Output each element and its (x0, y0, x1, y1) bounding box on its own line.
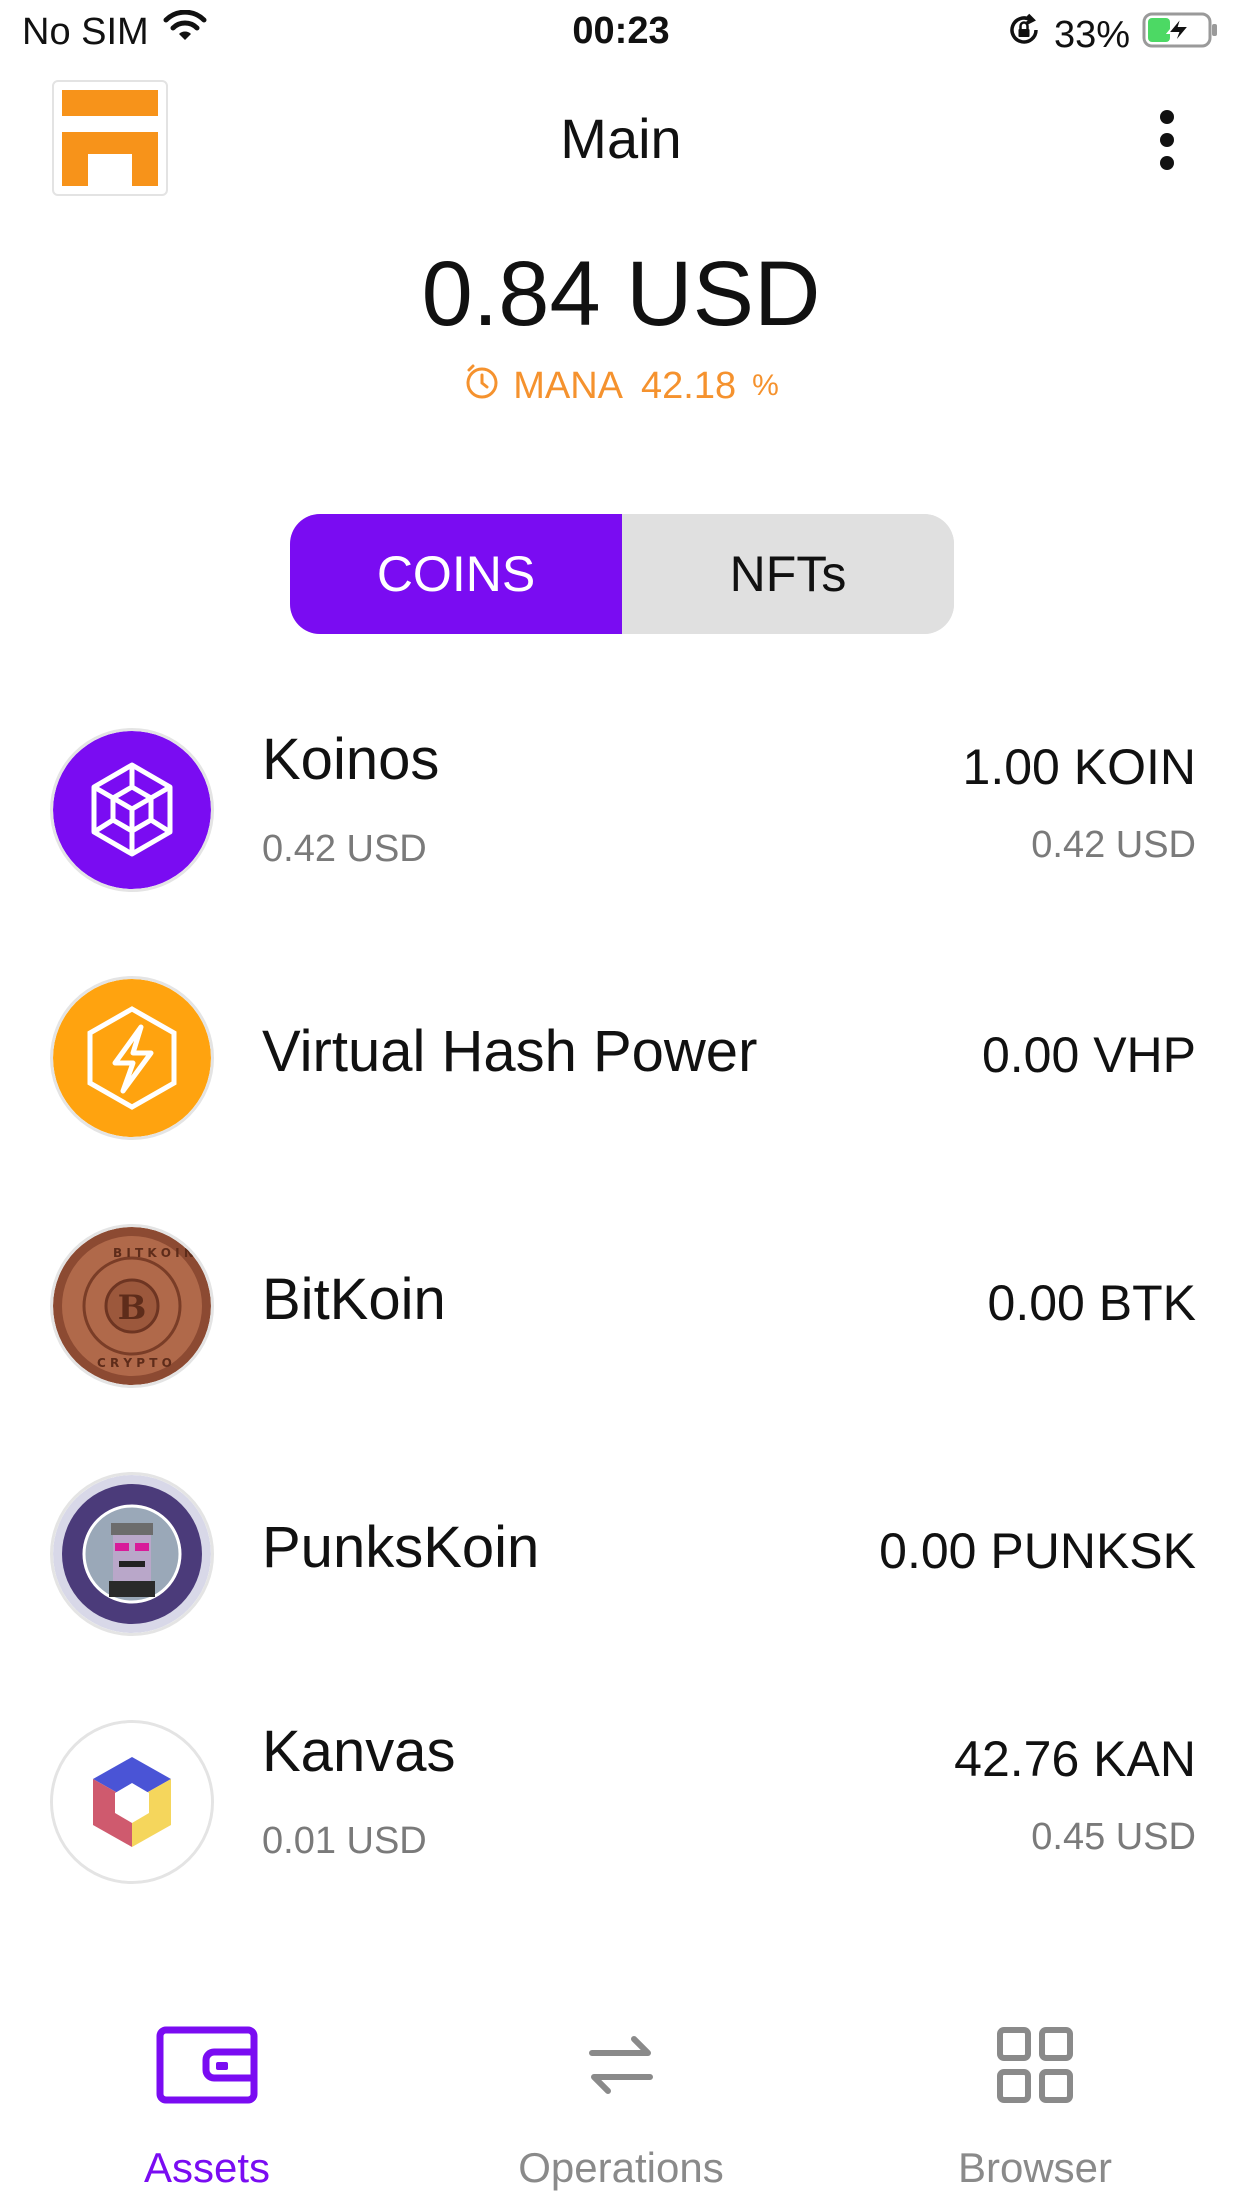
tab-coins[interactable]: COINS (290, 514, 622, 634)
orientation-lock-icon (1006, 12, 1042, 58)
coin-row-punkskoin[interactable]: PunksKoin 0.00 PUNKSK (0, 1452, 1242, 1652)
punkskoin-coin-icon (50, 1472, 214, 1636)
coin-amount-usd: 0.42 USD (1031, 824, 1196, 866)
coin-amount: 0.00 VHP (981, 1027, 1196, 1083)
more-vertical-icon[interactable] (1132, 100, 1202, 180)
tab-nfts[interactable]: NFTs (622, 514, 954, 634)
app-header: Main (0, 80, 1242, 200)
coin-amount: 0.00 PUNKSK (879, 1523, 1196, 1579)
total-balance: 0.84 USD (421, 243, 821, 345)
bitkoin-coin-icon: B B I T K O I N C R Y P T O (50, 1224, 214, 1388)
grid-icon (980, 2020, 1090, 2110)
vhp-coin-icon (50, 976, 214, 1140)
nav-assets[interactable]: Assets (0, 1978, 414, 2208)
nav-operations-label: Operations (518, 2144, 724, 2191)
svg-text:B I T K O I N: B I T K O I N (113, 1246, 194, 1260)
coin-row-vhp[interactable]: Virtual Hash Power 0.00 VHP (0, 956, 1242, 1156)
status-right: 33% (1006, 10, 1220, 60)
mana-indicator[interactable]: MANA 42.18 % (0, 362, 1242, 410)
coin-name: Virtual Hash Power (262, 1019, 758, 1084)
kanvas-coin-icon (50, 1720, 214, 1884)
swap-arrows-icon (566, 2020, 676, 2110)
mana-label: MANA (513, 364, 623, 407)
coin-amount-usd: 0.45 USD (1031, 1816, 1196, 1858)
svg-text:C R Y P T O: C R Y P T O (97, 1356, 172, 1370)
timer-icon (463, 362, 501, 410)
battery-charging-icon (1142, 10, 1220, 60)
coin-row-kanvas[interactable]: Kanvas 0.01 USD 42.76 KAN 0.45 USD (0, 1700, 1242, 1900)
wallet-icon (152, 2020, 262, 2110)
coin-row-koinos[interactable]: Koinos 0.42 USD 1.00 KOIN 0.42 USD (0, 708, 1242, 908)
coin-amount: 1.00 KOIN (962, 739, 1196, 795)
coin-row-bitkoin[interactable]: B B I T K O I N C R Y P T O BitKoin 0.00… (0, 1204, 1242, 1404)
battery-percent: 33% (1053, 13, 1130, 56)
bottom-navigation: Assets Operations Browser (0, 1978, 1242, 2208)
mana-value: 42.18 (641, 364, 737, 407)
coin-name: BitKoin (262, 1267, 446, 1332)
coin-name: Koinos (262, 727, 440, 792)
coin-name: PunksKoin (262, 1515, 540, 1580)
nav-operations[interactable]: Operations (414, 1978, 828, 2208)
mana-unit: % (752, 369, 779, 402)
svg-text:B: B (118, 1288, 147, 1328)
nav-assets-label: Assets (143, 2144, 271, 2191)
coin-name: Kanvas (262, 1719, 456, 1784)
asset-type-toggle: COINS NFTs (290, 514, 954, 634)
coin-amount: 0.00 BTK (987, 1275, 1196, 1331)
koinos-coin-icon (50, 728, 214, 892)
nav-browser[interactable]: Browser (828, 1978, 1242, 2208)
status-bar: No SIM 00:23 33% (0, 0, 1242, 64)
page-title: Main (560, 107, 682, 170)
nav-browser-label: Browser (957, 2144, 1113, 2191)
coin-usd-price: 0.42 USD (262, 828, 427, 870)
coin-usd-price: 0.01 USD (262, 1820, 427, 1862)
coin-amount: 42.76 KAN (954, 1731, 1196, 1787)
